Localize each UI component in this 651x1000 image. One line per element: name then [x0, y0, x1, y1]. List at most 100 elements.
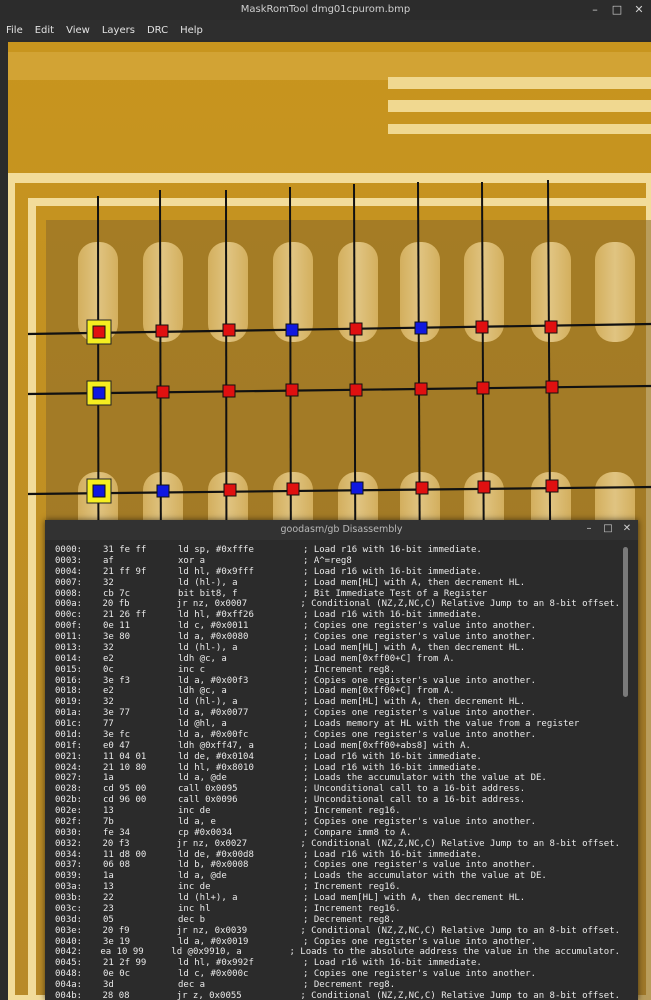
- maximize-icon[interactable]: □: [611, 3, 623, 16]
- menu-edit[interactable]: Edit: [35, 25, 54, 36]
- disassembly-line[interactable]: 003d: 05 dec b ; Decrement reg8.: [55, 915, 620, 926]
- disassembly-line[interactable]: 0003: af xor a ; A^=reg8: [55, 556, 620, 567]
- disassembly-line[interactable]: 0021: 11 04 01 ld de, #0x0104 ; Load r16 wi…: [55, 752, 620, 763]
- disassembly-line[interactable]: 0048: 0e 0c ld c, #0x000c ; Copies one regi…: [55, 969, 620, 980]
- disassembly-line[interactable]: 0013: 32 ld (hl-), a ; Load mem[HL] with A,…: [55, 643, 620, 654]
- disassembly-comment: ; Conditional (NZ,Z,NC,C) Relative Jump …: [300, 838, 620, 849]
- vertical-scrollbar[interactable]: [622, 545, 628, 1000]
- bit-one-marker[interactable]: [349, 383, 363, 397]
- disassembly-address: 004a:: [55, 980, 83, 990]
- disassembly-mnemonic: ldh @0xff47, a: [178, 740, 254, 751]
- bit-one-marker[interactable]: [414, 382, 428, 396]
- close-icon[interactable]: ✕: [633, 3, 645, 16]
- menu-layers[interactable]: Layers: [102, 25, 135, 36]
- disassembly-line[interactable]: 0037: 06 08 ld b, #0x0008 ; Copies one regi…: [55, 860, 620, 871]
- disassembly-line[interactable]: 0042: ea 10 99 ld @0x9910, a ; Loads to the…: [55, 947, 620, 958]
- disassembly-line[interactable]: 002e: 13 inc de ; Increment reg16.: [55, 806, 620, 817]
- disassembly-line[interactable]: 003c: 23 inc hl ; Increment reg16.: [55, 904, 620, 915]
- disassembly-comment: ; Copies one register's value into anoth…: [303, 675, 536, 686]
- disassembly-line[interactable]: 0039: 1a ld a, @de ; Loads the accumulator …: [55, 871, 620, 882]
- disassembly-bytes: 20 fb: [102, 599, 130, 610]
- bit-one-marker[interactable]: [285, 383, 299, 397]
- die-metal-band: [388, 124, 651, 134]
- disassembly-line[interactable]: 0016: 3e f3 ld a, #0x00f3 ; Copies one regi…: [55, 676, 620, 687]
- disassembly-line[interactable]: 0024: 21 10 80 ld hl, #0x8010 ; Load r16 wi…: [55, 763, 620, 774]
- minimize-icon[interactable]: –: [584, 523, 594, 534]
- disassembly-line[interactable]: 0014: e2 ldh @c, a ; Load mem[0xff00+C] fro…: [55, 654, 620, 665]
- disassembly-bytes: 28 08: [102, 990, 130, 1000]
- menu-drc[interactable]: DRC: [147, 25, 168, 36]
- disassembly-line[interactable]: 004a: 3d dec a ; Decrement reg8.: [55, 980, 620, 991]
- disassembly-line[interactable]: 0027: 1a ld a, @de ; Loads the accumulator …: [55, 773, 620, 784]
- menu-file[interactable]: File: [6, 25, 23, 36]
- disassembly-line[interactable]: 0015: 0c inc c ; Increment reg8.: [55, 665, 620, 676]
- disassembly-line[interactable]: 0018: e2 ldh @c, a ; Load mem[0xff00+C] fro…: [55, 686, 620, 697]
- disassembly-line[interactable]: 001d: 3e fc ld a, #0x00fc ; Copies one regi…: [55, 730, 620, 741]
- disassembly-bytes: 20 f9: [102, 925, 130, 936]
- disassembly-line[interactable]: 0011: 3e 80 ld a, #0x0080 ; Copies one regi…: [55, 632, 620, 643]
- disassembly-line[interactable]: 0030: fe 34 cp #0x0034 ; Compare imm8 to A.: [55, 828, 620, 839]
- disassembly-line[interactable]: 003b: 22 ld (hl+), a ; Load mem[HL] with A,…: [55, 893, 620, 904]
- bit-one-marker[interactable]: [545, 479, 559, 493]
- bit-one-marker[interactable]: [476, 381, 490, 395]
- bit-zero-marker[interactable]: [92, 484, 106, 498]
- scrollbar-thumb[interactable]: [623, 547, 628, 697]
- disassembly-comment: ; Loads memory at HL with the value from…: [303, 719, 580, 729]
- disassembly-line[interactable]: 0007: 32 ld (hl-), a ; Load mem[HL] with A,…: [55, 578, 620, 589]
- bit-one-marker[interactable]: [223, 483, 237, 497]
- disassembly-comment: ; Copies one register's value into anoth…: [303, 621, 536, 632]
- disassembly-line[interactable]: 004b: 28 08 jr z, 0x0055 ; Conditional (NZ,…: [55, 991, 620, 1000]
- disassembly-line[interactable]: 003a: 13 inc de ; Increment reg16.: [55, 882, 620, 893]
- menu-help[interactable]: Help: [180, 25, 203, 36]
- bit-one-marker[interactable]: [544, 320, 558, 334]
- bit-one-marker[interactable]: [477, 480, 491, 494]
- disassembly-bytes: cd 96 00: [103, 795, 147, 806]
- disassembly-address: 004b:: [55, 990, 83, 1000]
- disassembly-line[interactable]: 000a: 20 fb jr nz, 0x0007 ; Conditional (NZ…: [55, 599, 620, 610]
- bit-one-marker[interactable]: [286, 482, 300, 496]
- disassembly-bytes: 32: [103, 697, 114, 708]
- bit-zero-marker[interactable]: [350, 481, 364, 495]
- bit-one-marker[interactable]: [222, 384, 236, 398]
- disassembly-line[interactable]: 0040: 3e 19 ld a, #0x0019 ; Copies one regi…: [55, 937, 620, 948]
- disassembly-line[interactable]: 0019: 32 ld (hl-), a ; Load mem[HL] with A,…: [55, 697, 620, 708]
- disassembly-address: 003a:: [55, 882, 83, 893]
- disassembly-line[interactable]: 0045: 21 2f 99 ld hl, #0x992f ; Load r16 wi…: [55, 958, 620, 969]
- disassembly-bytes: fe 34: [103, 827, 131, 838]
- bit-one-marker[interactable]: [545, 380, 559, 394]
- bit-one-marker[interactable]: [156, 385, 170, 399]
- disassembly-line[interactable]: 0000: 31 fe ff ld sp, #0xfffe ; Load r16 wi…: [55, 545, 620, 556]
- disassembly-line[interactable]: 003e: 20 f9 jr nz, 0x0039 ; Conditional (NZ…: [55, 926, 620, 937]
- disassembly-line[interactable]: 000f: 0e 11 ld c, #0x0011 ; Copies one regi…: [55, 621, 620, 632]
- disassembly-line[interactable]: 000c: 21 26 ff ld hl, #0xff26 ; Load r16 wi…: [55, 610, 620, 621]
- bit-one-marker[interactable]: [222, 323, 236, 337]
- disassembly-line[interactable]: 001a: 3e 77 ld a, #0x0077 ; Copies one regi…: [55, 708, 620, 719]
- disassembly-line[interactable]: 0028: cd 95 00 call 0x0095 ; Unconditional …: [55, 784, 620, 795]
- bit-one-marker[interactable]: [155, 324, 169, 338]
- disassembly-bytes: ea 10 99: [100, 947, 144, 958]
- disassembly-bytes: 06 08: [103, 860, 131, 871]
- bit-one-marker[interactable]: [92, 325, 106, 339]
- minimize-icon[interactable]: –: [589, 3, 601, 16]
- disassembly-line[interactable]: 0032: 20 f3 jr nz, 0x0027 ; Conditional (NZ…: [55, 839, 620, 850]
- disassembly-line[interactable]: 0004: 21 ff 9f ld hl, #0x9fff ; Load r16 wi…: [55, 567, 620, 578]
- disassembly-listing[interactable]: 0000: 31 fe ff ld sp, #0xfffe ; Load r16 wi…: [55, 545, 620, 1000]
- bit-one-marker[interactable]: [349, 322, 363, 336]
- disassembly-line[interactable]: 002b: cd 96 00 call 0x0096 ; Unconditional …: [55, 795, 620, 806]
- disassembly-comment: ; Unconditional call to a 16-bit address…: [303, 795, 526, 806]
- bit-one-marker[interactable]: [475, 320, 489, 334]
- disassembly-line[interactable]: 002f: 7b ld a, e ; Copies one register's va…: [55, 817, 620, 828]
- bit-zero-marker[interactable]: [92, 386, 106, 400]
- disassembly-line[interactable]: 001c: 77 ld @hl, a ; Loads memory at HL wit…: [55, 719, 620, 730]
- disassembly-bytes: e0 47: [103, 740, 131, 751]
- disassembly-line[interactable]: 0034: 11 d8 00 ld de, #0x00d8 ; Load r16 wi…: [55, 850, 620, 861]
- bit-zero-marker[interactable]: [414, 321, 428, 335]
- bit-one-marker[interactable]: [415, 481, 429, 495]
- close-icon[interactable]: ✕: [622, 523, 632, 534]
- disassembly-line[interactable]: 001f: e0 47 ldh @0xff47, a ; Load mem[0xff0…: [55, 741, 620, 752]
- menu-view[interactable]: View: [66, 25, 90, 36]
- disassembly-line[interactable]: 0008: cb 7c bit bit8, f ; Bit Immediate Tes…: [55, 589, 620, 600]
- maximize-icon[interactable]: □: [603, 523, 613, 534]
- bit-zero-marker[interactable]: [285, 323, 299, 337]
- bit-zero-marker[interactable]: [156, 484, 170, 498]
